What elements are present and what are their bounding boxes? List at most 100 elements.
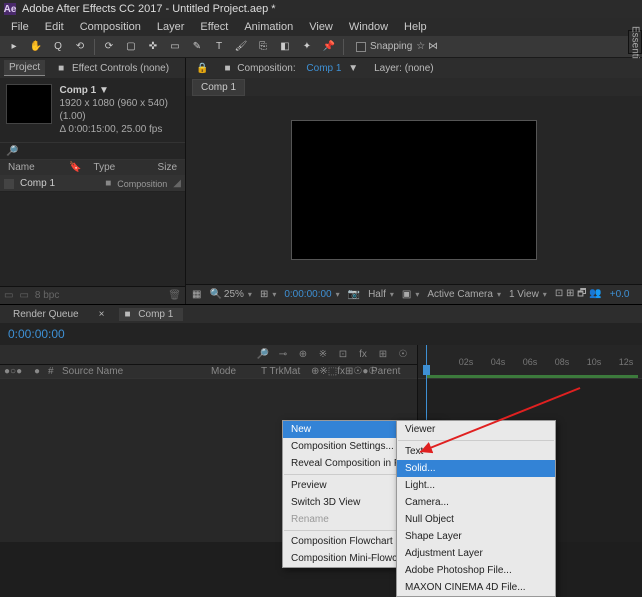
col-number[interactable]: # bbox=[44, 366, 58, 377]
composition-viewer[interactable] bbox=[186, 96, 642, 284]
snapping-toggle[interactable]: Snapping ☆ ⋈ bbox=[356, 41, 438, 52]
ctx-new-null[interactable]: Null Object bbox=[397, 511, 555, 528]
menubar: File Edit Composition Layer Effect Anima… bbox=[0, 18, 642, 36]
menu-composition[interactable]: Composition bbox=[73, 19, 148, 35]
tool-hand-icon[interactable]: ✋ bbox=[26, 38, 46, 56]
col-name[interactable]: Name bbox=[4, 162, 61, 173]
work-area-bar[interactable] bbox=[426, 375, 638, 378]
snapshot-icon[interactable]: 📷 bbox=[348, 289, 360, 300]
tool-camera-icon[interactable]: ▢ bbox=[121, 38, 141, 56]
time-display[interactable]: 0:00:00:00 bbox=[284, 289, 339, 300]
col-switches[interactable]: ⊕※⬚fx⊞☉●☉ bbox=[307, 366, 367, 377]
checkbox-icon[interactable] bbox=[356, 42, 366, 52]
tool-roto-icon[interactable]: ✦ bbox=[297, 38, 317, 56]
tool-zoom-icon[interactable]: Q bbox=[48, 38, 68, 56]
menu-animation[interactable]: Animation bbox=[237, 19, 300, 35]
col-source-name[interactable]: Source Name bbox=[58, 366, 207, 377]
shy-icon[interactable]: ⊸ bbox=[275, 349, 291, 360]
essentials-panel-tab[interactable]: Essenti bbox=[628, 30, 642, 54]
menu-view[interactable]: View bbox=[302, 19, 340, 35]
tool-type-icon[interactable]: T bbox=[209, 38, 229, 56]
graph-icon[interactable]: ⊡ bbox=[335, 349, 351, 360]
menu-effect[interactable]: Effect bbox=[193, 19, 235, 35]
separator bbox=[94, 39, 95, 55]
tool-anchor-icon[interactable]: ✜ bbox=[143, 38, 163, 56]
project-item-comp1[interactable]: Comp 1 ■ Composition ◢ bbox=[0, 176, 185, 192]
titlebar: Ae Adobe After Effects CC 2017 - Untitle… bbox=[0, 0, 642, 18]
composition-footer: ▦ 🔍 25% ⊞ 0:00:00:00 📷 Half ▣ Active Cam… bbox=[186, 284, 642, 304]
grid-icon[interactable]: ▦ bbox=[192, 289, 201, 300]
tool-selection-icon[interactable]: ▸ bbox=[4, 38, 24, 56]
tab-project[interactable]: Project bbox=[4, 60, 45, 76]
view-layout-icon[interactable]: ▣ bbox=[402, 289, 419, 300]
exposure-value[interactable]: +0.0 bbox=[610, 289, 630, 300]
menu-file[interactable]: File bbox=[4, 19, 36, 35]
tab-effect-controls[interactable]: ■ Effect Controls (none) bbox=[53, 61, 179, 76]
ctx-new-shape[interactable]: Shape Layer bbox=[397, 528, 555, 545]
separator bbox=[398, 440, 554, 441]
menu-window[interactable]: Window bbox=[342, 19, 395, 35]
col-mode[interactable]: Mode bbox=[207, 366, 257, 377]
menu-help[interactable]: Help bbox=[397, 19, 434, 35]
tab-close-icon[interactable]: × bbox=[94, 308, 110, 321]
frame-blend-icon[interactable]: ⊞ bbox=[375, 349, 391, 360]
col-size[interactable]: Size bbox=[154, 162, 181, 173]
search-icon[interactable]: 🔎 bbox=[255, 349, 271, 360]
ctx-new-light[interactable]: Light... bbox=[397, 477, 555, 494]
camera-dropdown[interactable]: Active Camera bbox=[427, 289, 501, 300]
timeline-ruler[interactable]: 02s 04s 06s 08s 10s 12s bbox=[418, 345, 642, 379]
tab-layer[interactable]: Layer: (none) bbox=[370, 61, 437, 76]
col-av[interactable]: ●○● bbox=[0, 366, 30, 377]
timeline-tabs: Render Queue × ■ Comp 1 bbox=[0, 305, 642, 323]
tool-brush-icon[interactable]: 🖌 bbox=[231, 38, 251, 56]
fx-icon[interactable]: fx bbox=[355, 349, 371, 360]
motion-blur-icon[interactable]: ※ bbox=[315, 349, 331, 360]
timeline-track-icons: 🔎 ⊸ ⊕ ※ ⊡ fx ⊞ ☉ bbox=[0, 345, 417, 365]
ctx-new-camera[interactable]: Camera... bbox=[397, 494, 555, 511]
new-folder-icon[interactable]: ▭ bbox=[19, 290, 28, 301]
tool-pen-icon[interactable]: ✎ bbox=[187, 38, 207, 56]
col-parent[interactable]: Parent bbox=[367, 366, 417, 377]
blend-mode-icon[interactable]: ⊕ bbox=[295, 349, 311, 360]
res-dropdown[interactable]: ⊞ bbox=[260, 289, 276, 300]
project-search[interactable]: 🔎 bbox=[0, 142, 185, 160]
composition-canvas[interactable] bbox=[291, 120, 537, 260]
col-trkmat[interactable]: T TrkMat bbox=[257, 366, 307, 377]
ctx-new-solid[interactable]: Solid... bbox=[397, 460, 555, 477]
tool-rect-icon[interactable]: ▭ bbox=[165, 38, 185, 56]
subtab-comp1[interactable]: Comp 1 bbox=[192, 79, 245, 96]
bpc-toggle[interactable]: 8 bpc bbox=[35, 290, 59, 301]
ctx-new-adjustment[interactable]: Adjustment Layer bbox=[397, 545, 555, 562]
tab-composition[interactable]: ■ Composition: Comp 1 ▼ bbox=[220, 61, 362, 76]
quality-dropdown[interactable]: Half bbox=[368, 289, 394, 300]
tool-rotate-icon[interactable]: ⟳ bbox=[99, 38, 119, 56]
lock-icon[interactable]: 🔒 bbox=[192, 61, 212, 76]
new-bin-icon[interactable]: ▭ bbox=[4, 290, 13, 301]
ctx-new-text[interactable]: Text bbox=[397, 443, 555, 460]
col-type[interactable]: Type bbox=[90, 162, 150, 173]
view-options-icon[interactable]: ⊡ ⊞ 🗗 👥 bbox=[555, 286, 602, 303]
view-count-dropdown[interactable]: 1 View bbox=[509, 289, 547, 300]
comp-thumbnail[interactable] bbox=[6, 84, 52, 124]
tool-puppet-icon[interactable]: 📌 bbox=[319, 38, 339, 56]
timecode[interactable]: 0:00:00:00 bbox=[0, 323, 73, 345]
menu-layer[interactable]: Layer bbox=[150, 19, 192, 35]
comp-icon bbox=[4, 179, 14, 189]
comp-meta: Comp 1 ▼ 1920 x 1080 (960 x 540) (1.00) … bbox=[60, 84, 180, 136]
tab-render-queue[interactable]: Render Queue bbox=[8, 308, 84, 321]
col-lock[interactable]: ● bbox=[30, 366, 44, 377]
col-tag-icon[interactable]: 🔖 bbox=[65, 162, 85, 173]
zoom-dropdown[interactable]: 🔍 25% bbox=[209, 289, 251, 300]
trash-icon[interactable]: 🗑 bbox=[168, 290, 181, 301]
tab-timeline-comp1[interactable]: ■ Comp 1 bbox=[119, 308, 183, 321]
ctx-new-c4d[interactable]: MAXON CINEMA 4D File... bbox=[397, 579, 555, 596]
menu-edit[interactable]: Edit bbox=[38, 19, 71, 35]
3d-icon[interactable]: ☉ bbox=[395, 349, 411, 360]
tool-eraser-icon[interactable]: ◧ bbox=[275, 38, 295, 56]
timeline-headers: ●○● ● # Source Name Mode T TrkMat ⊕※⬚fx⊞… bbox=[0, 365, 417, 379]
ctx-new-viewer[interactable]: Viewer bbox=[397, 421, 555, 438]
tool-orbit-icon[interactable]: ⟲ bbox=[70, 38, 90, 56]
app-logo-icon: Ae bbox=[4, 3, 16, 15]
ctx-new-ps[interactable]: Adobe Photoshop File... bbox=[397, 562, 555, 579]
tool-stamp-icon[interactable]: ⎘ bbox=[253, 38, 273, 56]
